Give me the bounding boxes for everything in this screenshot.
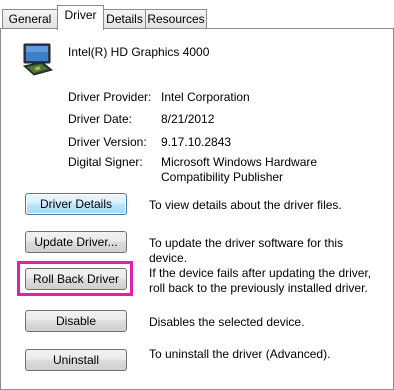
disable-description: Disables the selected device. <box>149 315 305 329</box>
roll-back-driver-button[interactable]: Roll Back Driver <box>25 268 127 290</box>
uninstall-description: To uninstall the driver (Advanced). <box>149 347 331 361</box>
update-driver-button-label: Update Driver... <box>34 235 118 249</box>
uninstall-button-label: Uninstall <box>52 353 100 367</box>
uninstall-button[interactable]: Uninstall <box>25 349 127 371</box>
digital-signer-value: Microsoft Windows Hardware Compatibility… <box>161 155 318 184</box>
tab-strip: General Driver Details Resources <box>0 0 394 30</box>
update-driver-description: To update the driver software for this d… <box>149 236 344 265</box>
driver-details-description: To view details about the driver files. <box>149 198 342 212</box>
driver-details-button[interactable]: Driver Details <box>25 193 127 215</box>
update-driver-button[interactable]: Update Driver... <box>25 231 127 253</box>
driver-version-value: 9.17.10.2843 <box>161 135 232 149</box>
device-name: Intel(R) HD Graphics 4000 <box>68 45 210 59</box>
driver-date-value: 8/21/2012 <box>161 112 215 126</box>
driver-details-button-label: Driver Details <box>39 197 112 211</box>
driver-date-label: Driver Date: <box>68 112 133 126</box>
tab-resources[interactable]: Resources <box>145 9 207 28</box>
tab-details[interactable]: Details <box>103 9 146 28</box>
disable-button[interactable]: Disable <box>25 310 127 332</box>
driver-provider-label: Driver Provider: <box>68 90 152 104</box>
display-adapter-icon <box>20 42 56 78</box>
roll-back-driver-description: If the device fails after updating the d… <box>149 266 372 295</box>
disable-button-label: Disable <box>55 314 97 328</box>
driver-provider-value: Intel Corporation <box>161 90 250 104</box>
tab-general[interactable]: General <box>2 9 58 28</box>
tab-driver[interactable]: Driver <box>57 5 104 30</box>
digital-signer-label: Digital Signer: <box>68 155 143 169</box>
driver-version-label: Driver Version: <box>68 135 147 149</box>
roll-back-driver-button-label: Roll Back Driver <box>32 272 119 286</box>
